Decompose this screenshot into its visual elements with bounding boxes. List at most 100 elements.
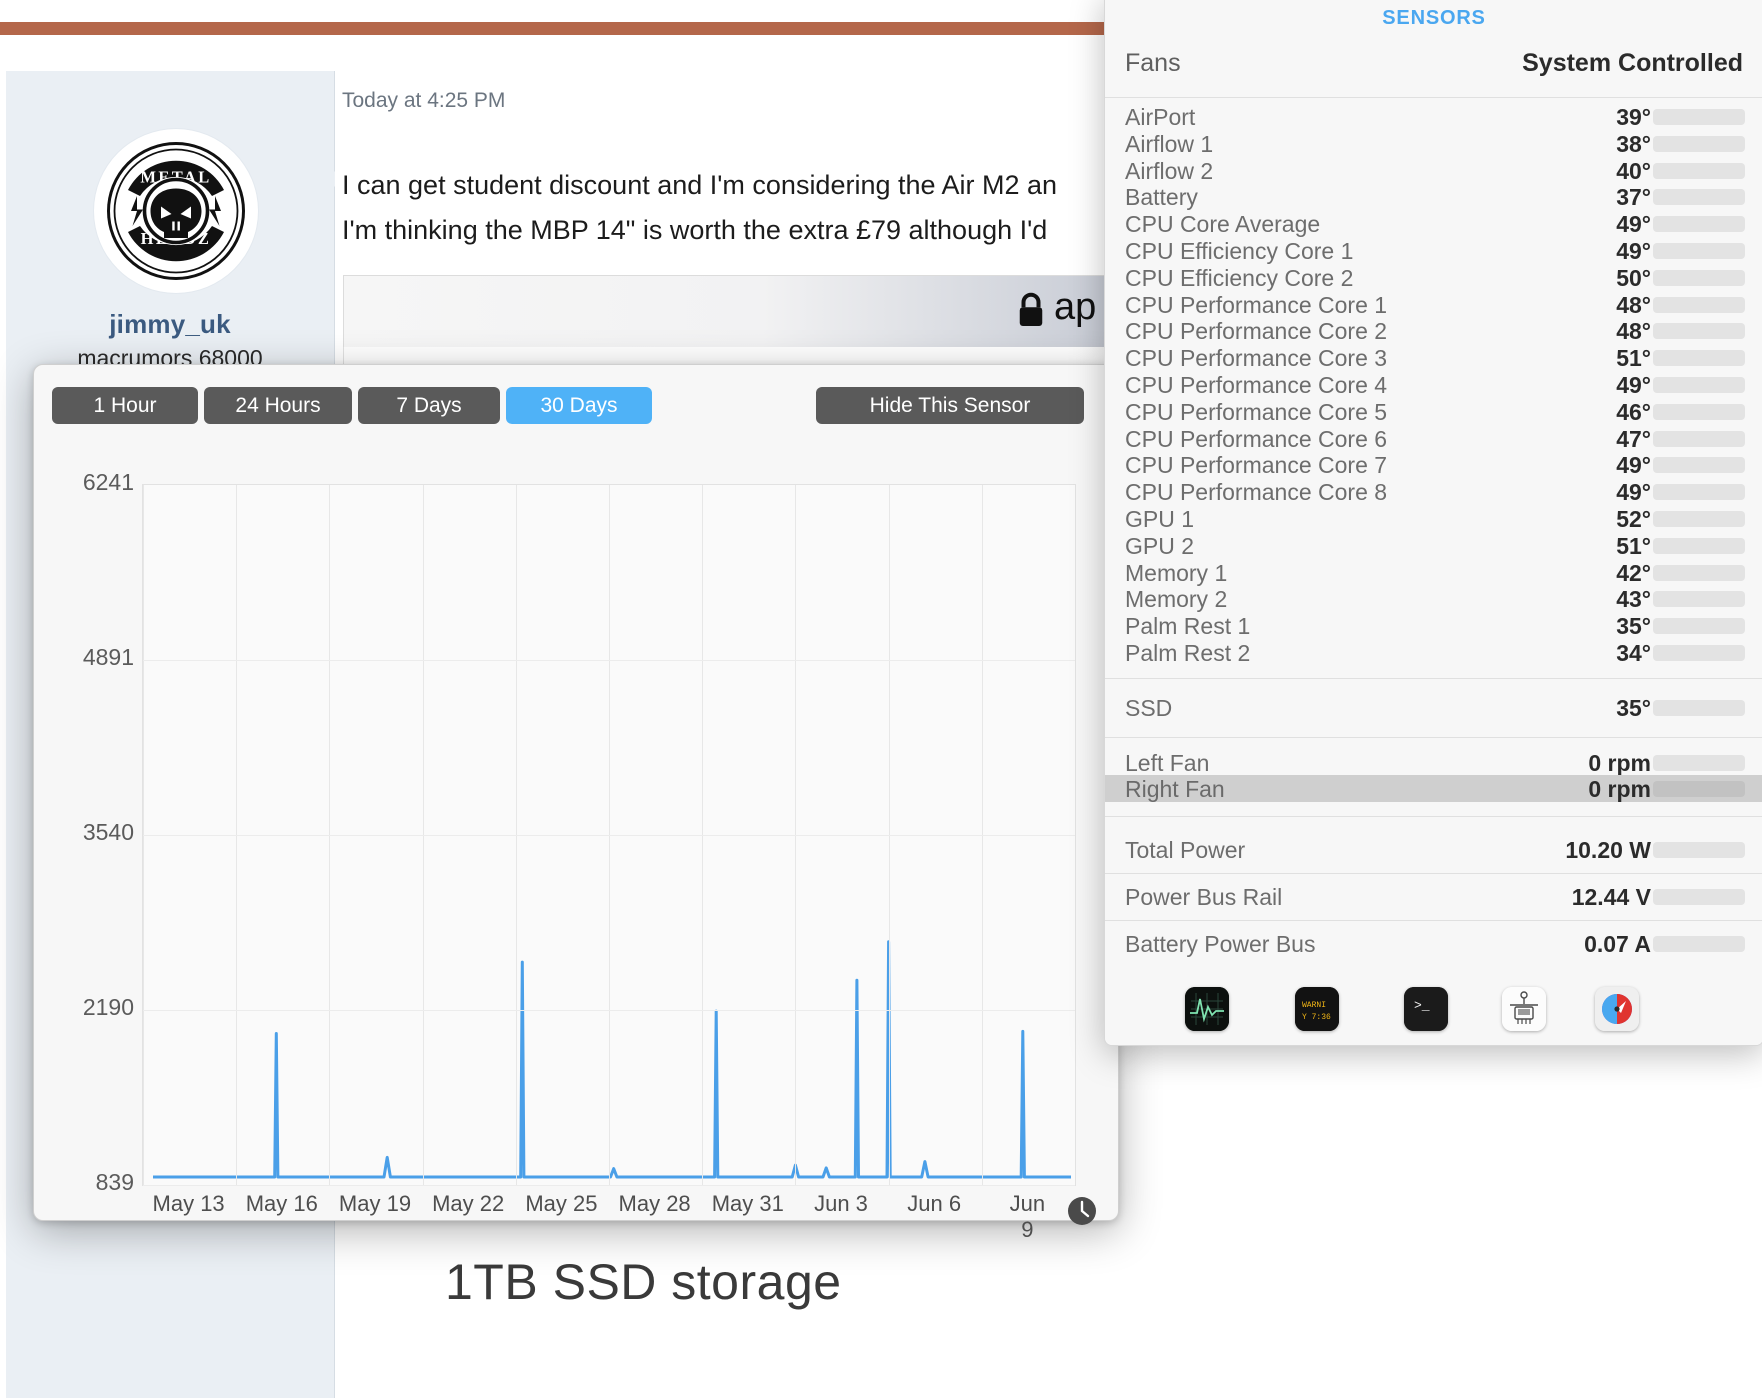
sensor-row[interactable]: AirPort 39° bbox=[1105, 103, 1762, 130]
sensor-value: 48° bbox=[1616, 318, 1651, 345]
graph-range-toolbar: 1 Hour 24 Hours 7 Days 30 Days Hide This… bbox=[34, 365, 1118, 443]
sensor-row[interactable]: CPU Performance Core 8 49° bbox=[1105, 478, 1762, 505]
sensor-row[interactable]: Total Power 10.20 W bbox=[1105, 836, 1762, 863]
sensor-row[interactable]: CPU Performance Core 5 46° bbox=[1105, 398, 1762, 425]
sensor-row[interactable]: Airflow 2 40° bbox=[1105, 157, 1762, 184]
sensor-row[interactable]: Palm Rest 1 35° bbox=[1105, 612, 1762, 639]
post-timestamp[interactable]: Today at 4:25 PM bbox=[342, 89, 505, 113]
sensor-row[interactable]: CPU Performance Core 3 51° bbox=[1105, 344, 1762, 371]
sensor-level-bar bbox=[1653, 189, 1745, 206]
sensor-row[interactable]: CPU Core Average 49° bbox=[1105, 210, 1762, 237]
sensor-level-bar bbox=[1653, 591, 1745, 608]
fans-mode-row[interactable]: Fans System Controlled bbox=[1105, 41, 1762, 91]
lock-icon bbox=[1016, 292, 1046, 335]
sensor-level-bar bbox=[1653, 645, 1745, 661]
x-axis-tick: May 22 bbox=[432, 1191, 505, 1216]
screen-root: METAL HEADZ jimmy_uk macrumors 68000 Tod… bbox=[0, 0, 1762, 1398]
sensors-panel: SENSORS Fans System Controlled AirPort 39… bbox=[1104, 0, 1762, 1046]
sensor-row[interactable]: Palm Rest 2 34° bbox=[1105, 639, 1762, 666]
sensor-row[interactable]: Memory 2 43° bbox=[1105, 585, 1762, 612]
avatar[interactable]: METAL HEADZ bbox=[94, 129, 258, 293]
sensor-value: 49° bbox=[1616, 452, 1651, 479]
post-author-username[interactable]: jimmy_uk bbox=[6, 309, 334, 340]
svg-text:>_: >_ bbox=[1414, 998, 1430, 1013]
sensor-group-divider bbox=[1105, 816, 1762, 818]
chart-plot[interactable] bbox=[142, 484, 1076, 1186]
warning-clock-icon[interactable]: WARNI Y 7:36 bbox=[1295, 987, 1339, 1031]
sensor-name: Total Power bbox=[1125, 837, 1246, 864]
x-axis-tick: May 13 bbox=[152, 1191, 225, 1216]
sensor-level-bar bbox=[1653, 430, 1745, 447]
sensor-row[interactable]: CPU Efficiency Core 2 50° bbox=[1105, 264, 1762, 291]
y-axis-tick: 4891 bbox=[82, 644, 134, 670]
sensor-name: CPU Performance Core 5 bbox=[1125, 398, 1388, 425]
link-preview-card[interactable]: ap bbox=[343, 275, 1105, 349]
sensor-value: 47° bbox=[1616, 425, 1651, 452]
hardware-sensor-icon[interactable] bbox=[1502, 987, 1546, 1031]
range-button-24-hours[interactable]: 24 Hours bbox=[204, 387, 352, 424]
sensor-row[interactable]: CPU Performance Core 2 48° bbox=[1105, 317, 1762, 344]
sensor-value: 37° bbox=[1616, 184, 1651, 211]
sensor-row[interactable]: GPU 2 51° bbox=[1105, 532, 1762, 559]
sensor-row[interactable]: CPU Performance Core 1 48° bbox=[1105, 291, 1762, 318]
range-button-30-days[interactable]: 30 Days bbox=[506, 387, 652, 424]
chart-area: 6241 4891 3540 2190 839 May 13 May 16 May 19 Ma… bbox=[34, 443, 1118, 1242]
terminal-icon[interactable]: >_ bbox=[1404, 987, 1448, 1031]
sensor-level-bar bbox=[1653, 296, 1745, 313]
y-axis-labels: 6241 4891 3540 2190 839 bbox=[34, 443, 144, 1195]
sensor-value: 42° bbox=[1616, 559, 1651, 586]
sensor-name: GPU 1 bbox=[1125, 506, 1195, 532]
sensor-level-bar bbox=[1653, 889, 1745, 905]
sensor-row[interactable]: Left Fan 0 rpm bbox=[1105, 749, 1762, 776]
sensor-name: Palm Rest 2 bbox=[1125, 640, 1251, 666]
sensor-row[interactable]: Memory 1 42° bbox=[1105, 559, 1762, 586]
sensor-row[interactable]: CPU Performance Core 7 49° bbox=[1105, 451, 1762, 478]
sensor-name: CPU Performance Core 6 bbox=[1125, 425, 1388, 452]
y-axis-tick: 3540 bbox=[82, 819, 134, 845]
sensor-name: CPU Performance Core 3 bbox=[1125, 345, 1388, 372]
sensor-row[interactable]: SSD 35° bbox=[1105, 694, 1762, 721]
range-button-1-hour[interactable]: 1 Hour bbox=[52, 387, 198, 424]
fans-mode-label: Fans bbox=[1125, 49, 1181, 77]
sensor-row[interactable]: CPU Performance Core 6 47° bbox=[1105, 425, 1762, 452]
sensor-level-bar bbox=[1653, 350, 1745, 367]
sensor-name: Left Fan bbox=[1125, 749, 1210, 776]
link-preview-url: ap bbox=[1054, 286, 1097, 328]
sensor-value: 0 rpm bbox=[1588, 776, 1651, 803]
clock-icon[interactable] bbox=[1066, 1195, 1098, 1232]
sensor-name: SSD bbox=[1125, 694, 1173, 721]
sensor-row[interactable]: Battery 37° bbox=[1105, 183, 1762, 210]
sensor-row[interactable]: CPU Efficiency Core 1 49° bbox=[1105, 237, 1762, 264]
sensor-level-bar bbox=[1653, 457, 1745, 474]
sensor-row[interactable]: Right Fan 0 rpm bbox=[1105, 775, 1762, 803]
svg-text:Y 7:36: Y 7:36 bbox=[1302, 1013, 1331, 1022]
sensor-group-divider bbox=[1105, 677, 1762, 679]
y-axis-tick: 839 bbox=[95, 1169, 134, 1195]
sensor-name: CPU Efficiency Core 1 bbox=[1125, 238, 1354, 264]
x-axis-tick: May 31 bbox=[711, 1191, 784, 1216]
sensor-level-bar bbox=[1653, 484, 1745, 501]
x-axis-tick: Jun 3 bbox=[814, 1191, 868, 1216]
chart-gridline-horizontal bbox=[143, 660, 1075, 661]
x-axis-tick: May 16 bbox=[245, 1191, 318, 1216]
sensor-value: 48° bbox=[1616, 291, 1651, 318]
range-button-7-days[interactable]: 7 Days bbox=[358, 387, 500, 424]
sensor-value: 34° bbox=[1616, 640, 1651, 666]
x-axis-tick: May 25 bbox=[525, 1191, 598, 1216]
sensor-value: 38° bbox=[1616, 130, 1651, 157]
sensor-value: 0.07 A bbox=[1584, 930, 1651, 957]
sensor-value: 49° bbox=[1616, 372, 1651, 398]
hide-this-sensor-button[interactable]: Hide This Sensor bbox=[816, 387, 1084, 424]
sensor-row[interactable]: Power Bus Rail 12.44 V bbox=[1105, 883, 1762, 910]
sensor-name: Palm Rest 1 bbox=[1125, 613, 1251, 640]
sensor-value: 52° bbox=[1616, 506, 1651, 532]
sensor-row[interactable]: Airflow 1 38° bbox=[1105, 130, 1762, 157]
activity-monitor-icon[interactable] bbox=[1185, 987, 1229, 1031]
sensor-value: 39° bbox=[1616, 104, 1651, 130]
sensor-row[interactable]: CPU Performance Core 4 49° bbox=[1105, 371, 1762, 398]
sensor-row[interactable]: Battery Power Bus 0.07 A bbox=[1105, 930, 1762, 957]
sensor-row[interactable]: GPU 1 52° bbox=[1105, 505, 1762, 532]
sensors-panel-title: SENSORS bbox=[1382, 7, 1486, 29]
gauge-icon[interactable] bbox=[1595, 987, 1639, 1031]
fans-mode-value: System Controlled bbox=[1522, 49, 1743, 77]
